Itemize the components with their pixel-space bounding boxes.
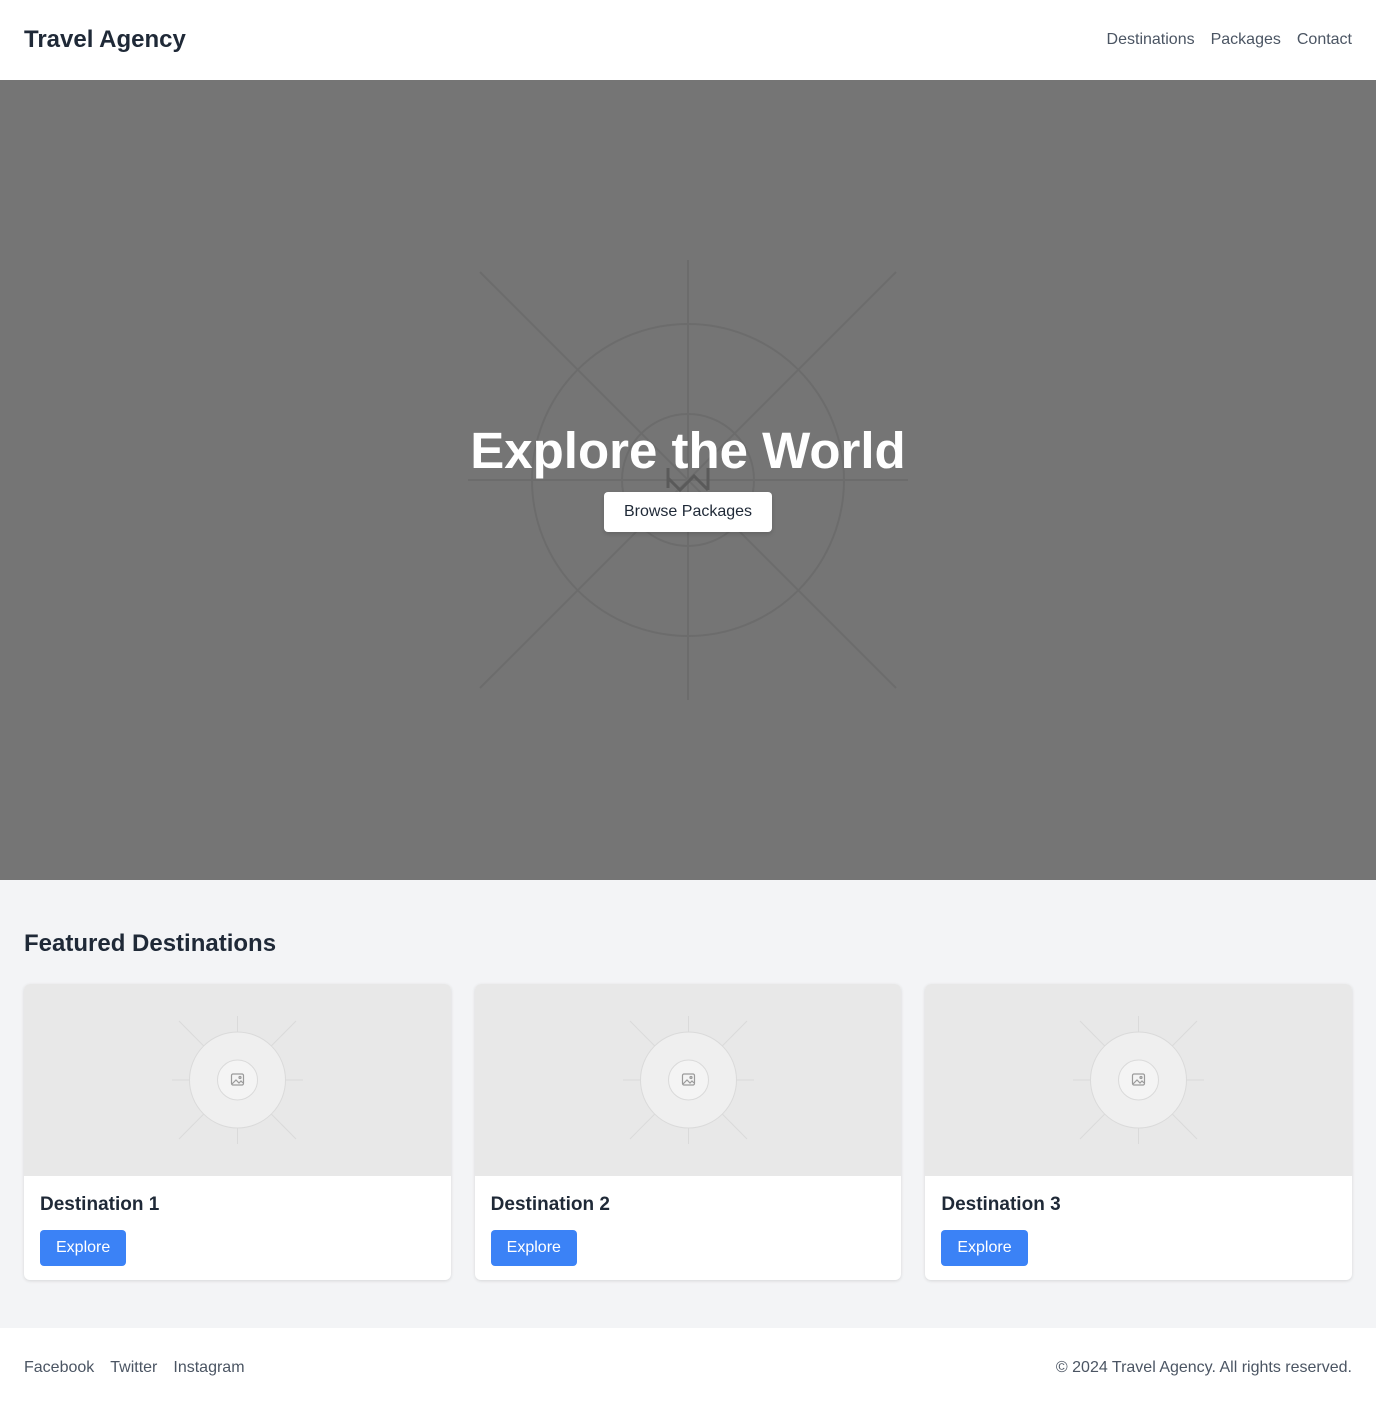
explore-button[interactable]: Explore <box>40 1230 127 1266</box>
site-header: Travel Agency Destinations Packages Cont… <box>0 0 1376 80</box>
destination-card: Destination 3 Explore <box>925 984 1353 1280</box>
card-body: Destination 3 Explore <box>925 1176 1352 1266</box>
main-nav: Destinations Packages Contact <box>1107 31 1352 49</box>
destination-cards: Destination 1 Explore Destination 2 Expl… <box>24 984 1353 1280</box>
social-link-facebook[interactable]: Facebook <box>24 1359 94 1377</box>
destination-image-placeholder <box>474 984 902 1176</box>
browse-packages-button[interactable]: Browse Packages <box>603 492 773 532</box>
destination-title: Destination 1 <box>40 1194 160 1215</box>
hero-section: Explore the World Browse Packages <box>0 80 1376 880</box>
social-link-instagram[interactable]: Instagram <box>173 1359 244 1377</box>
destination-title: Destination 3 <box>941 1194 1061 1215</box>
social-link-twitter[interactable]: Twitter <box>110 1359 157 1377</box>
card-body: Destination 2 Explore <box>475 1176 902 1266</box>
nav-link-packages[interactable]: Packages <box>1211 31 1281 49</box>
copyright-text: © 2024 Travel Agency. All rights reserve… <box>1055 1359 1352 1376</box>
destination-title: Destination 2 <box>490 1194 610 1215</box>
hero-title: Explore the World <box>470 422 906 479</box>
card-body: Destination 1 Explore <box>24 1176 451 1266</box>
section-title: Featured Destinations <box>24 930 277 957</box>
destination-card: Destination 1 Explore <box>24 984 451 1280</box>
destination-image-placeholder <box>24 984 451 1176</box>
site-footer: Facebook Twitter Instagram © 2024 Travel… <box>0 1328 1376 1408</box>
explore-button[interactable]: Explore <box>490 1230 577 1266</box>
nav-link-contact[interactable]: Contact <box>1297 31 1352 49</box>
brand-logo-text[interactable]: Travel Agency <box>24 26 186 54</box>
social-links: Facebook Twitter Instagram <box>24 1359 245 1377</box>
hero-content: Explore the World Browse Packages <box>0 420 1376 532</box>
destination-card: Destination 2 Explore <box>474 984 902 1280</box>
destination-image-placeholder <box>925 984 1353 1176</box>
explore-button[interactable]: Explore <box>941 1230 1028 1266</box>
nav-link-destinations[interactable]: Destinations <box>1107 31 1195 49</box>
featured-destinations-section: Featured Destinations Destination 1 Expl… <box>0 880 1376 1328</box>
